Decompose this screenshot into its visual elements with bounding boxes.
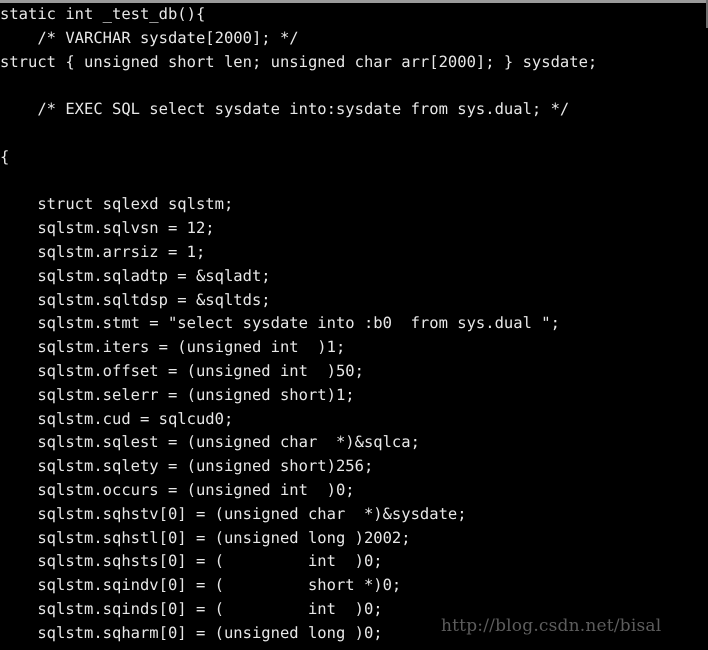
code-line: sqlstm.stmt = "select sysdate into :b0 f… bbox=[0, 314, 560, 333]
code-line: sqlstm.iters = (unsigned int )1; bbox=[0, 338, 346, 357]
code-line: static int _test_db(){ bbox=[0, 5, 206, 23]
code-line: sqlstm.selerr = (unsigned short)1; bbox=[0, 385, 355, 404]
code-line: sqlstm.cud = sqlcud0; bbox=[0, 409, 234, 428]
code-line: sqlstm.sqlest = (unsigned char *)&sqlca; bbox=[0, 433, 420, 452]
code-line: { bbox=[0, 147, 10, 166]
code-line: sqlstm.offset = (unsigned int )50; bbox=[0, 361, 364, 380]
code-line: sqlstm.sqindv[0] = ( short *)0; bbox=[0, 576, 402, 595]
code-line: sqlstm.sqladtp = &sqladt; bbox=[0, 266, 271, 285]
code-line: struct sqlexd sqlstm; bbox=[0, 195, 234, 214]
code-line: sqlstm.sqinds[0] = ( int )0; bbox=[0, 599, 383, 618]
source-code-block[interactable]: static int _test_db(){ /* VARCHAR sysdat… bbox=[0, 3, 708, 650]
code-line: sqlstm.sqhstv[0] = (unsigned char *)&sys… bbox=[0, 504, 467, 523]
code-line: /* VARCHAR sysdate[2000]; */ bbox=[0, 28, 299, 47]
code-screenshot-window: static int _test_db(){ /* VARCHAR sysdat… bbox=[0, 0, 708, 650]
code-line: sqlstm.sqltdsp = &sqltds; bbox=[0, 290, 271, 309]
code-line: sqlstm.sqadto[0] = (unsigned short )0; bbox=[0, 646, 708, 650]
code-text-area[interactable]: static int _test_db(){ /* VARCHAR sysdat… bbox=[0, 3, 708, 650]
code-line: sqlstm.sqharm[0] = (unsigned long )0; bbox=[0, 623, 383, 642]
code-line: sqlstm.sqlvsn = 12; bbox=[0, 219, 215, 238]
code-line: /* EXEC SQL select sysdate into:sysdate … bbox=[0, 100, 570, 119]
window-top-edge bbox=[0, 0, 708, 3]
code-line: struct { unsigned short len; unsigned ch… bbox=[0, 52, 598, 71]
code-line: sqlstm.sqlety = (unsigned short)256; bbox=[0, 457, 374, 476]
code-line: sqlstm.sqhstl[0] = (unsigned long )2002; bbox=[0, 528, 411, 547]
code-line: sqlstm.occurs = (unsigned int )0; bbox=[0, 480, 355, 499]
code-line: sqlstm.arrsiz = 1; bbox=[0, 242, 206, 261]
code-line: sqlstm.sqhsts[0] = ( int )0; bbox=[0, 552, 383, 571]
